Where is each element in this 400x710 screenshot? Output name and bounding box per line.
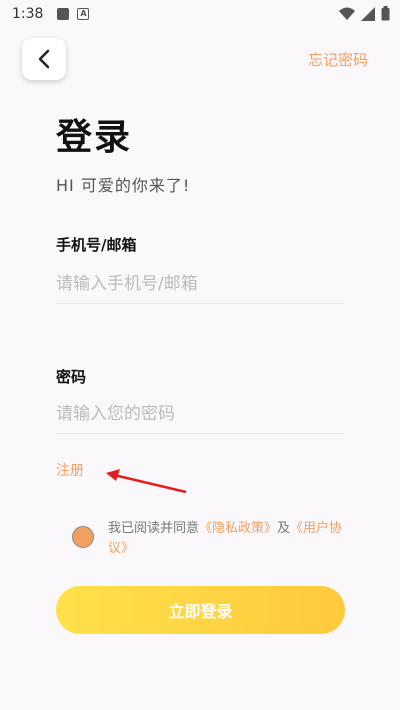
annotation-arrow-icon	[106, 469, 187, 494]
privacy-policy-link[interactable]: 《隐私政策》	[199, 521, 277, 536]
forgot-password-link[interactable]: 忘记密码	[308, 49, 368, 70]
phone-field-label: 手机号/邮箱	[56, 236, 137, 254]
phone-email-input[interactable]	[56, 264, 344, 304]
app-notification-icon: A	[77, 8, 90, 20]
agreement-text: 我已阅读并同意《隐私政策》及《用户协议》	[108, 519, 358, 559]
password-input[interactable]	[56, 394, 344, 434]
chevron-left-icon	[38, 49, 50, 69]
agreement-checkbox[interactable]	[72, 526, 94, 548]
page-subtitle: HI 可爱的你来了!	[56, 176, 191, 195]
battery-icon	[381, 6, 390, 21]
password-field-label: 密码	[56, 368, 87, 386]
back-button[interactable]	[22, 38, 66, 80]
wifi-icon	[339, 7, 355, 20]
status-time: 1:38	[12, 6, 44, 22]
signal-icon	[361, 6, 375, 21]
status-bar: 1:38 A	[0, 0, 400, 28]
agreement-and: 及	[277, 521, 291, 536]
login-button[interactable]: 立即登录	[56, 586, 345, 634]
status-right	[339, 6, 390, 21]
register-link[interactable]: 注册	[56, 460, 84, 480]
agreement-prefix: 我已阅读并同意	[108, 521, 200, 536]
image-notification-icon	[57, 8, 70, 20]
page-title: 登录	[56, 117, 133, 158]
